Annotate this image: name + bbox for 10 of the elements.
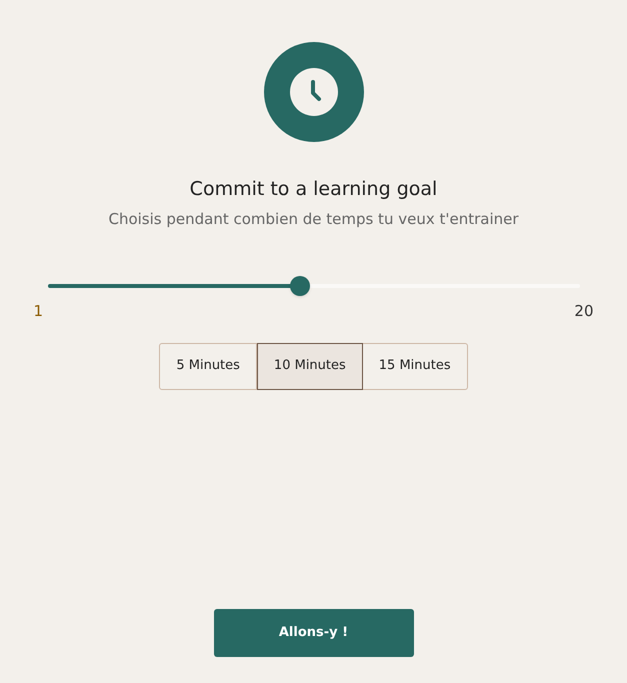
- max-label: 20: [574, 301, 594, 322]
- min-label: 1: [34, 301, 44, 322]
- slider-thumb[interactable]: [290, 276, 310, 296]
- submit-button[interactable]: Allons-y !: [214, 608, 414, 656]
- duration-option[interactable]: 15 Minutes: [362, 342, 468, 390]
- subtitle: Choisis pendant combien de temps tu veux t'entrainer: [108, 208, 519, 230]
- duration-option[interactable]: 10 Minutes: [256, 342, 363, 390]
- title: Commit to a learning goal: [190, 177, 438, 202]
- duration-option[interactable]: 5 Minutes: [159, 342, 257, 390]
- duration-slider[interactable]: [48, 276, 580, 296]
